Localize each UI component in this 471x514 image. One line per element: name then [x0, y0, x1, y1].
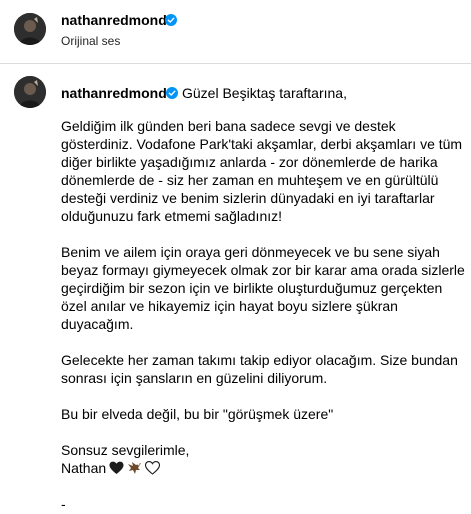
post-author-username[interactable]: nathanredmond [61, 11, 167, 29]
caption-paragraph: Bu bir elveda değil, bu bir "görüşmek üz… [61, 406, 334, 422]
avatar[interactable] [14, 13, 46, 45]
caption-paragraph: Geldiğim ilk günden beri bana sadece sev… [61, 118, 463, 224]
caption-body: Geldiğim ilk günden beri bana sadece sev… [61, 117, 466, 513]
audio-link[interactable]: Orijinal ses [61, 33, 120, 49]
post-header: nathanredmond Orijinal ses [0, 0, 471, 62]
caption-avatar[interactable] [14, 76, 46, 108]
white-heart-icon [145, 461, 161, 475]
verified-badge-icon [165, 14, 177, 26]
caption-username[interactable]: nathanredmond [61, 84, 167, 102]
black-heart-icon [109, 461, 124, 475]
eagle-icon [127, 461, 142, 475]
caption-closing: Sonsuz sevgilerimle, [61, 442, 190, 458]
divider [0, 63, 471, 64]
caption-paragraph: Gelecekte her zaman takımı takip ediyor … [61, 352, 458, 386]
profile-photo [14, 76, 46, 108]
signature-line: Nathan [61, 459, 466, 477]
caption-signature: Nathan [61, 460, 107, 476]
caption-paragraph: Benim ve ailem için oraya geri dönmeyece… [61, 244, 465, 332]
profile-photo [14, 13, 46, 45]
verified-badge-icon [166, 87, 178, 99]
caption-trailing: - [61, 496, 66, 512]
caption-greeting: Güzel Beşiktaş taraftarına, [182, 85, 347, 101]
